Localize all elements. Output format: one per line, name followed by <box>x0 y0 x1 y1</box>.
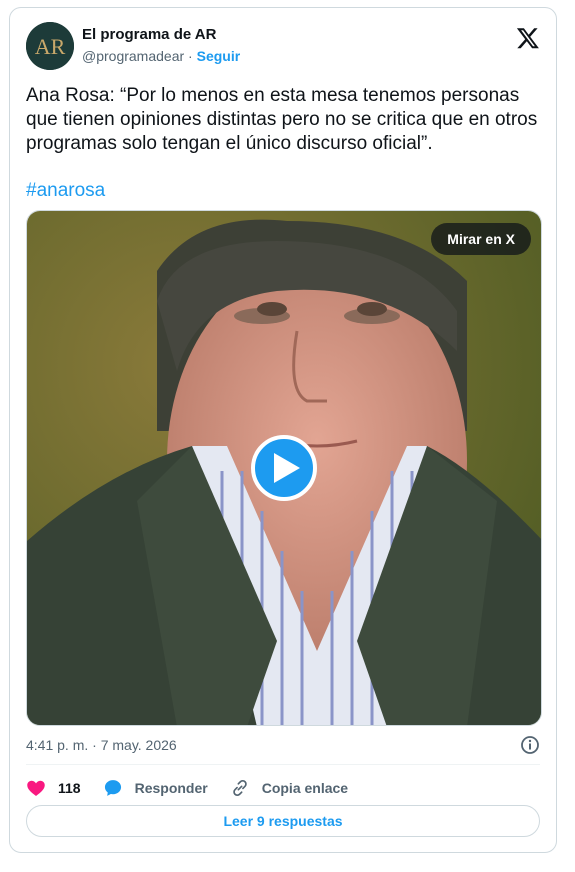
play-button[interactable] <box>251 435 317 501</box>
svg-text:AR: AR <box>35 34 66 59</box>
avatar[interactable]: AR <box>26 22 74 70</box>
read-replies-button[interactable]: Leer 9 respuestas <box>26 805 540 837</box>
handle-row: @programadear · Seguir <box>82 48 240 64</box>
link-icon <box>232 779 247 797</box>
play-icon <box>273 453 300 483</box>
video-player[interactable]: Mirar en X <box>26 210 542 726</box>
account-handle[interactable]: @programadear <box>82 48 184 64</box>
account-name[interactable]: El programa de AR <box>82 26 216 43</box>
avatar-logo: AR <box>26 22 74 70</box>
watch-on-x-button[interactable]: Mirar en X <box>431 223 531 255</box>
tweet-timestamp[interactable]: 4:41 p. m. · 7 may. 2026 <box>26 737 177 753</box>
action-bar: 118 Responder Copia enlace <box>26 776 370 800</box>
tweet-text: Ana Rosa: “Por lo menos en esta mesa ten… <box>26 85 538 154</box>
reply-bubble-icon <box>104 780 121 796</box>
info-icon[interactable] <box>520 735 540 755</box>
reply-label: Responder <box>134 780 208 796</box>
like-count: 118 <box>58 780 81 796</box>
heart-icon <box>27 780 45 796</box>
tweet-header: AR El programa de AR @programadear · Seg… <box>26 20 540 70</box>
x-logo-icon[interactable] <box>516 26 540 50</box>
follow-button[interactable]: Seguir <box>197 48 241 64</box>
copy-link-label: Copia enlace <box>261 780 349 796</box>
reply-button[interactable]: Responder <box>103 778 208 798</box>
divider <box>26 764 540 765</box>
hashtag-link[interactable]: #anarosa <box>26 180 105 202</box>
separator: · <box>188 48 193 64</box>
tweet-card: AR El programa de AR @programadear · Seg… <box>9 7 557 853</box>
like-button[interactable]: 118 <box>26 778 81 798</box>
copy-link-button[interactable]: Copia enlace <box>230 778 348 798</box>
